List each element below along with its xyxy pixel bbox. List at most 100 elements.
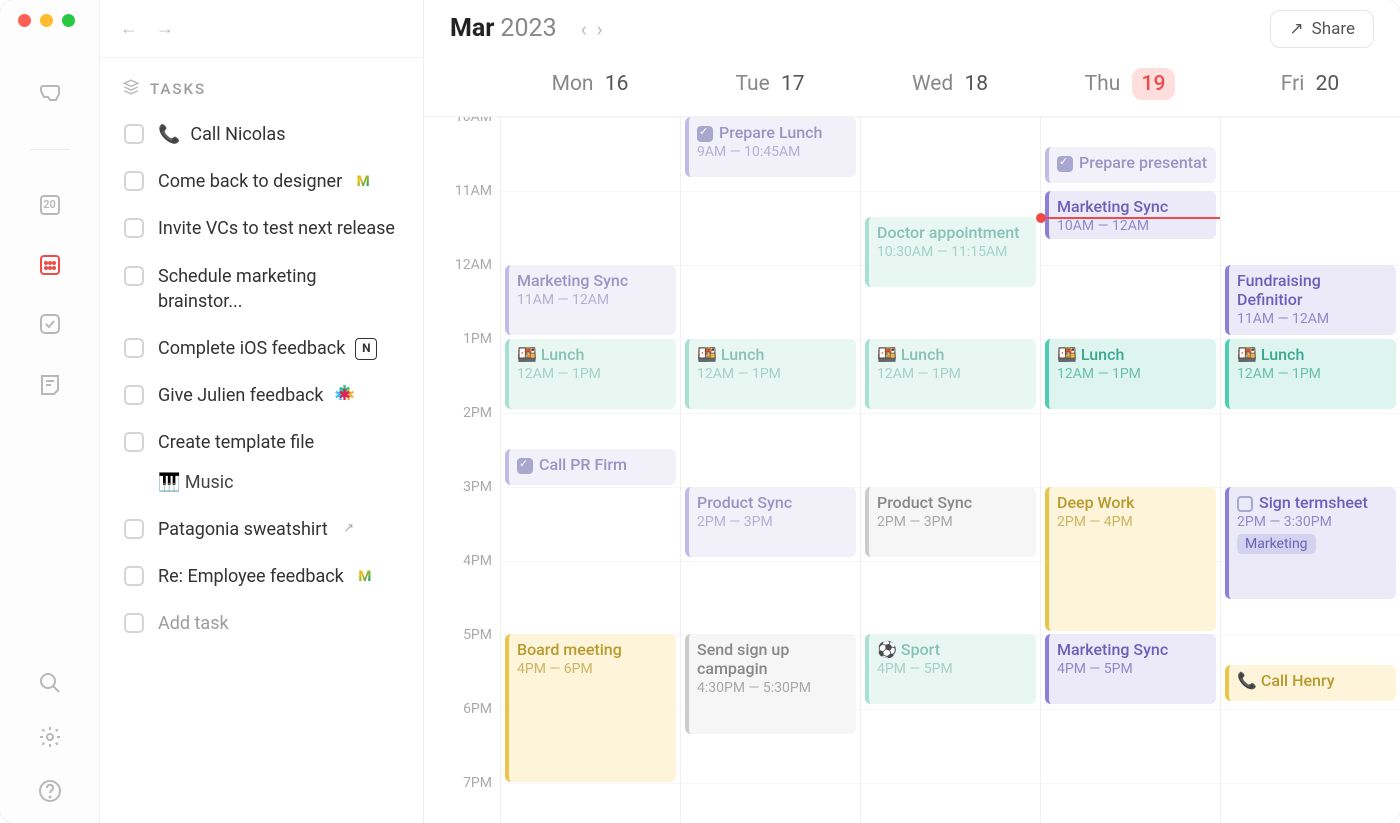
calendar-event[interactable]: Deep Work2PM — 4PM bbox=[1045, 487, 1216, 631]
maximize-window[interactable] bbox=[62, 14, 75, 27]
minimize-window[interactable] bbox=[40, 14, 53, 27]
external-link-icon: ↗ bbox=[338, 518, 360, 540]
calendar-event[interactable]: Marketing Sync4PM — 5PM bbox=[1045, 634, 1216, 704]
task-item[interactable]: Schedule marketing brainstor... bbox=[118, 256, 405, 322]
hour-label: 6PM bbox=[424, 701, 492, 775]
task-checkbox[interactable] bbox=[124, 171, 144, 191]
calendar-event[interactable]: Prepare presentat bbox=[1045, 147, 1216, 183]
calendar-event[interactable]: Marketing Sync11AM — 12AM bbox=[505, 265, 676, 335]
calendar-header: Mar 2023 ‹ › ↗ Share bbox=[424, 0, 1400, 58]
gear-icon[interactable] bbox=[38, 725, 62, 749]
task-item[interactable]: Re: Employee feedback M bbox=[118, 556, 405, 597]
task-checkbox[interactable] bbox=[124, 519, 144, 539]
task-checkbox[interactable] bbox=[124, 124, 144, 144]
event-done-checkbox[interactable] bbox=[697, 126, 713, 142]
calendar-event[interactable]: 🍱 Lunch12AM — 1PM bbox=[685, 339, 856, 409]
calendar-event[interactable]: Call PR Firm bbox=[505, 449, 676, 485]
event-done-checkbox[interactable] bbox=[517, 458, 533, 474]
calendar-event[interactable]: Sign termsheet2PM — 3:30PMMarketing bbox=[1225, 487, 1396, 599]
calendar-event[interactable]: Doctor appointment10:30AM — 11:15AM bbox=[865, 217, 1036, 287]
task-item[interactable]: Create template file🎹 Music bbox=[118, 422, 405, 502]
task-label: Schedule marketing brainstor... bbox=[158, 264, 399, 314]
tasks-section-header: TASKS bbox=[100, 58, 423, 114]
hour-label: 2PM bbox=[424, 405, 492, 479]
year-label: 2023 bbox=[500, 14, 556, 43]
hour-label: 7PM bbox=[424, 775, 492, 823]
calendar-event[interactable]: 🍱 Lunch12AM — 1PM bbox=[1045, 339, 1216, 409]
task-checkbox[interactable] bbox=[124, 266, 144, 286]
task-label: 📞 Call Nicolas bbox=[158, 122, 286, 147]
calendar-event[interactable]: Product Sync2PM — 3PM bbox=[685, 487, 856, 557]
share-label: Share bbox=[1312, 19, 1355, 39]
notes-icon[interactable] bbox=[38, 372, 62, 396]
calendar-event[interactable]: 🍱 Lunch12AM — 1PM bbox=[505, 339, 676, 409]
task-checkbox[interactable] bbox=[124, 385, 144, 405]
calendar-event[interactable]: Product Sync2PM — 3PM bbox=[865, 487, 1036, 557]
share-button[interactable]: ↗ Share bbox=[1270, 10, 1374, 48]
add-task[interactable]: Add task bbox=[118, 603, 405, 644]
calendar-body: 10AM11AM12AM1PM2PM3PM4PM5PM6PM7PM Market… bbox=[424, 117, 1400, 823]
task-item[interactable]: 📞 Call Nicolas bbox=[118, 114, 405, 155]
event-done-checkbox[interactable] bbox=[1057, 156, 1073, 172]
day-column[interactable]: Prepare Lunch9AM — 10:45AM 🍱 Lunch12AM — … bbox=[680, 117, 860, 823]
day-header[interactable]: Tue 17 bbox=[680, 58, 860, 116]
notion-icon: N bbox=[355, 338, 377, 360]
day-header[interactable]: Wed 18 bbox=[860, 58, 1040, 116]
hour-label: 1PM bbox=[424, 331, 492, 405]
tasks-sidebar: ← → TASKS 📞 Call Nicolas Come back to des… bbox=[100, 0, 424, 823]
day-header[interactable]: Thu 19 bbox=[1040, 58, 1220, 116]
stack-icon bbox=[122, 78, 140, 100]
task-checkbox[interactable] bbox=[124, 432, 144, 452]
task-list: 📞 Call Nicolas Come back to designer M Inv… bbox=[100, 114, 423, 644]
task-item[interactable]: Invite VCs to test next release bbox=[118, 208, 405, 249]
calendar-view: Mar 2023 ‹ › ↗ Share Mon 16Tue 17Wed 18T… bbox=[424, 0, 1400, 823]
calendar-event[interactable]: ⚽ Sport4PM — 5PM bbox=[865, 634, 1036, 704]
day-column[interactable]: Prepare presentat Marketing Sync10AM — 12… bbox=[1040, 117, 1220, 823]
task-label: Come back to designer M bbox=[158, 169, 374, 194]
today-icon[interactable]: 20 bbox=[38, 192, 62, 216]
calendar-event[interactable]: Board meeting4PM — 6PM bbox=[505, 634, 676, 782]
day-header[interactable]: Fri 20 bbox=[1220, 58, 1400, 116]
day-column[interactable]: Fundraising Definitior11AM — 12AM🍱 Lunch… bbox=[1220, 117, 1400, 823]
help-icon[interactable] bbox=[38, 779, 62, 803]
event-tag: Marketing bbox=[1237, 534, 1316, 554]
calendar-event[interactable]: 🍱 Lunch12AM — 1PM bbox=[865, 339, 1036, 409]
next-month[interactable]: › bbox=[597, 17, 603, 41]
task-label: Invite VCs to test next release bbox=[158, 216, 395, 241]
current-time-line bbox=[1041, 217, 1220, 219]
task-item[interactable]: Complete iOS feedback N bbox=[118, 328, 405, 369]
add-task-label: Add task bbox=[158, 611, 229, 636]
task-item[interactable]: Come back to designer M bbox=[118, 161, 405, 202]
event-checkbox[interactable] bbox=[1237, 496, 1253, 512]
today-number: 20 bbox=[43, 198, 56, 211]
close-window[interactable] bbox=[18, 14, 31, 27]
task-checkbox[interactable] bbox=[124, 566, 144, 586]
task-item[interactable]: Give Julien feedback ✱ bbox=[118, 375, 405, 416]
day-column[interactable]: Marketing Sync11AM — 12AM🍱 Lunch12AM — 1… bbox=[500, 117, 680, 823]
calendar-event[interactable]: Fundraising Definitior11AM — 12AM bbox=[1225, 265, 1396, 335]
time-column: 10AM11AM12AM1PM2PM3PM4PM5PM6PM7PM bbox=[424, 117, 500, 823]
calendar-event[interactable]: 📞 Call Henry bbox=[1225, 665, 1396, 701]
day-column[interactable]: Doctor appointment10:30AM — 11:15AM 🍱 Lun… bbox=[860, 117, 1040, 823]
search-icon[interactable] bbox=[38, 671, 62, 695]
prev-month[interactable]: ‹ bbox=[581, 17, 587, 41]
checkbox-icon[interactable] bbox=[38, 312, 62, 336]
day-header[interactable]: Mon 16 bbox=[500, 58, 680, 116]
week-header: Mon 16Tue 17Wed 18Thu 19Fri 20 bbox=[424, 58, 1400, 117]
back-arrow[interactable]: ← bbox=[120, 18, 138, 39]
task-label: Create template file🎹 Music bbox=[158, 430, 399, 494]
task-checkbox[interactable] bbox=[124, 613, 144, 633]
left-rail: 20 bbox=[0, 0, 100, 823]
calendar-event[interactable]: Send sign up campagin4:30PM — 5:30PM bbox=[685, 634, 856, 734]
calendar-event[interactable]: 🍱 Lunch12AM — 1PM bbox=[1225, 339, 1396, 409]
inbox-icon[interactable] bbox=[38, 83, 62, 107]
calendar-event[interactable]: Prepare Lunch9AM — 10:45AM bbox=[685, 117, 856, 177]
slack-icon: ✱ bbox=[334, 385, 356, 407]
task-checkbox[interactable] bbox=[124, 338, 144, 358]
task-item[interactable]: Patagonia sweatshirt ↗ bbox=[118, 509, 405, 550]
forward-arrow[interactable]: → bbox=[156, 18, 174, 39]
task-checkbox[interactable] bbox=[124, 218, 144, 238]
calendar-event[interactable]: Marketing Sync10AM — 12AM bbox=[1045, 191, 1216, 239]
calendar-grid-icon[interactable] bbox=[38, 252, 62, 276]
hour-label: 3PM bbox=[424, 479, 492, 553]
